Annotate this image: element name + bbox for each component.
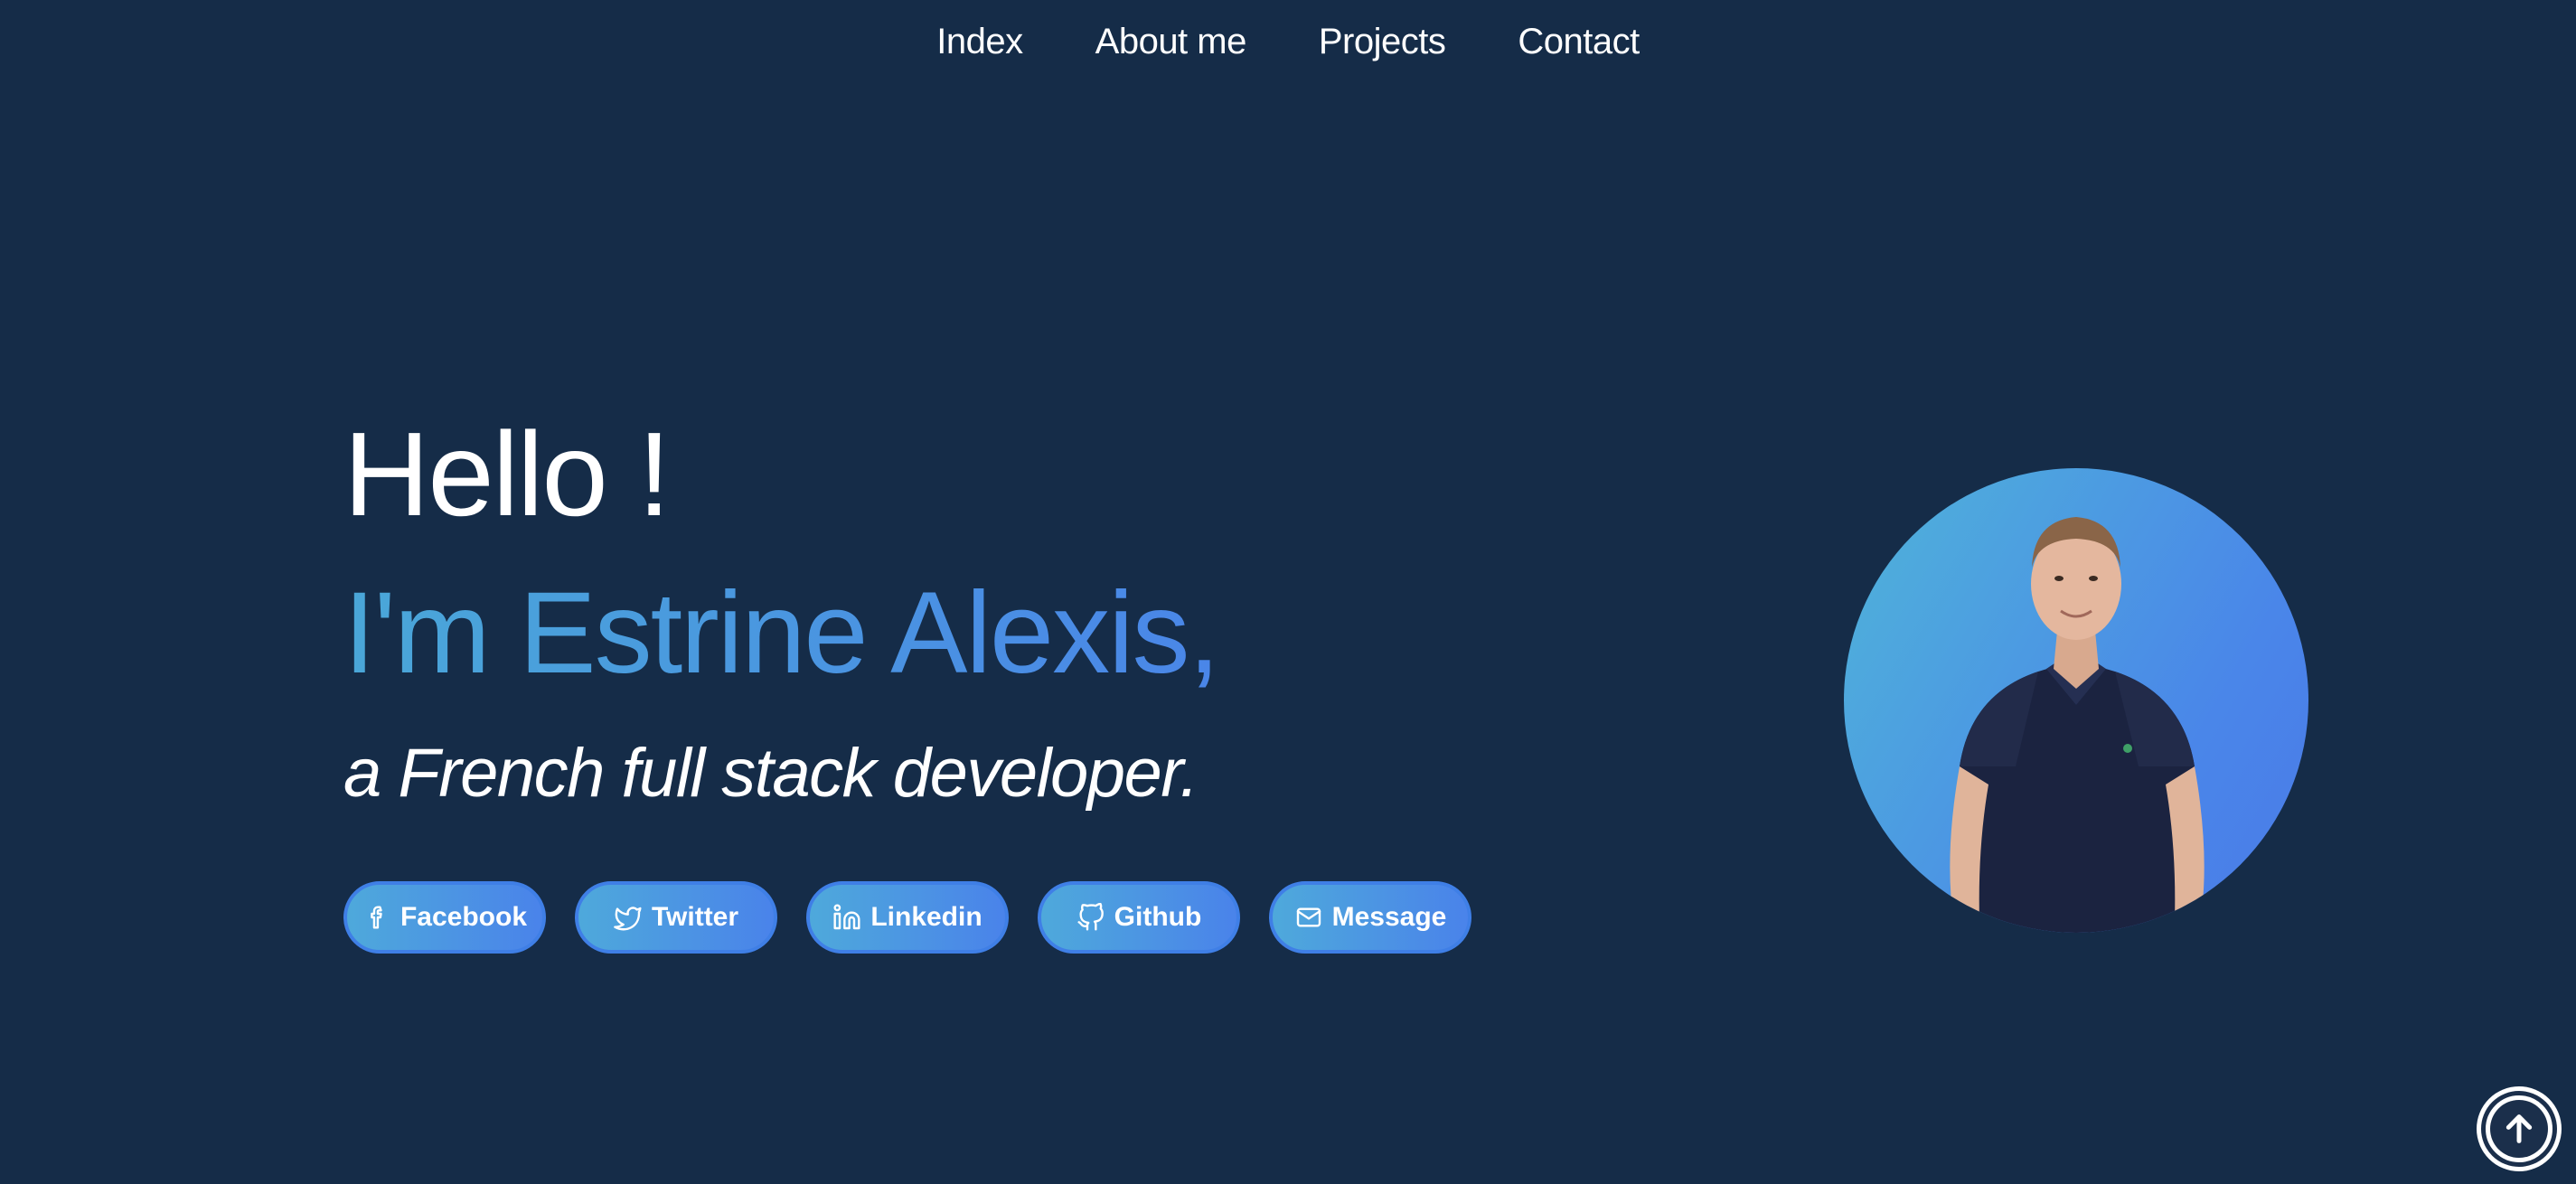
facebook-label: Facebook [400,902,528,932]
linkedin-button[interactable]: Linkedin [806,881,1009,954]
message-label: Message [1331,902,1447,932]
name-heading: I'm Estrine Alexis, [343,569,1220,698]
nav-item-index[interactable]: Index [936,22,1023,62]
hero-section: Hello ! I'm Estrine Alexis, a French ful… [343,407,1699,817]
back-to-top-ring [2481,1091,2557,1167]
github-button[interactable]: Github [1038,881,1240,954]
nav-item-contact[interactable]: Contact [1518,22,1640,62]
twitter-button[interactable]: Twitter [575,881,777,954]
greeting-heading: Hello ! [343,408,671,540]
message-button[interactable]: Message [1269,881,1471,954]
portfolio-page: Index About me Projects Contact Hello ! … [0,0,2576,1184]
social-buttons: Facebook Twitter Linkedin Github Message [343,881,1471,954]
back-to-top-button[interactable] [2477,1086,2562,1171]
linkedin-label: Linkedin [870,902,982,932]
profile-photo [1844,468,2308,933]
facebook-icon [362,903,391,932]
top-nav: Index About me Projects Contact [0,22,2576,62]
mail-icon [1294,903,1323,932]
twitter-label: Twitter [651,902,739,932]
nav-item-projects[interactable]: Projects [1319,22,1446,62]
arrow-up-icon [2490,1100,2548,1158]
linkedin-icon [832,903,861,932]
github-icon [1076,903,1105,932]
facebook-button[interactable]: Facebook [343,881,546,954]
tagline: a French full stack developer. [343,735,1199,812]
twitter-icon [614,903,643,932]
github-label: Github [1114,902,1202,932]
nav-item-about-me[interactable]: About me [1095,22,1247,62]
